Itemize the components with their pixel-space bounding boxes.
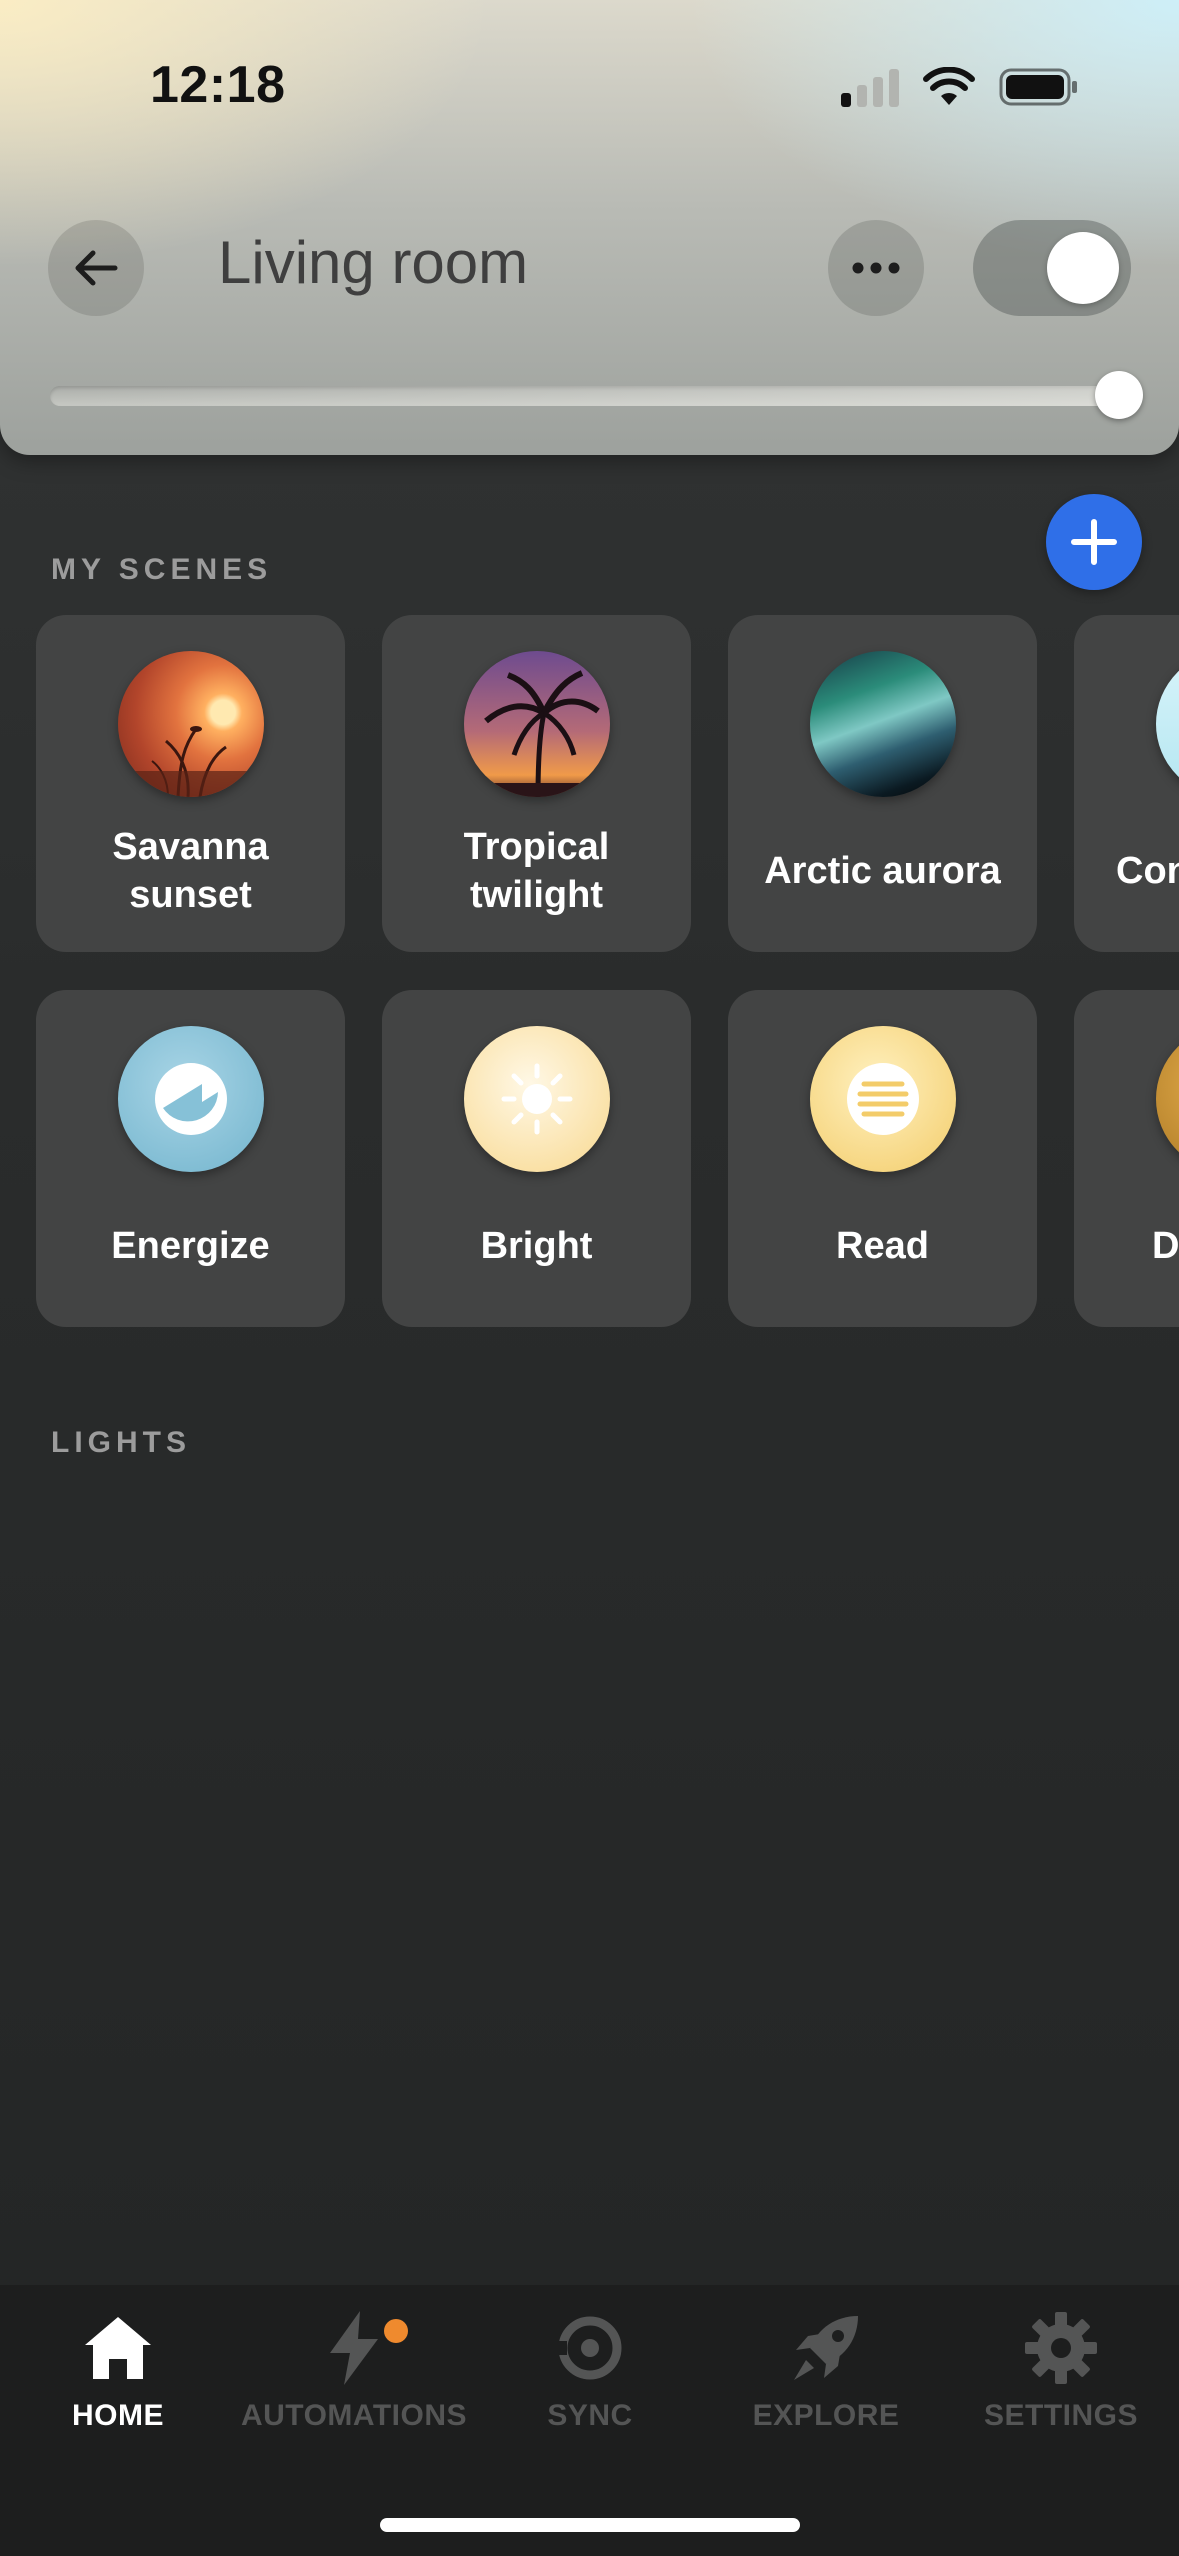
tab-home[interactable]: HOME	[0, 2307, 236, 2433]
tab-automations[interactable]: AUTOMATIONS	[236, 2307, 472, 2433]
scene-card-energize[interactable]: Energize	[36, 990, 345, 1327]
gear-icon	[1025, 2312, 1097, 2384]
home-icon	[85, 2317, 151, 2379]
scene-card-concentrate[interactable]: Con	[1074, 615, 1179, 952]
scene-label: D	[1152, 1225, 1179, 1267]
scene-label: Con	[1116, 850, 1179, 892]
scene-card-tropical-twilight[interactable]: Tropical twilight	[382, 615, 691, 952]
arrow-left-icon	[75, 250, 118, 286]
back-button[interactable]	[48, 220, 144, 316]
tropical-twilight-photo	[464, 651, 610, 797]
scene-card-arctic-aurora[interactable]: Arctic aurora	[728, 615, 1037, 952]
home-indicator	[380, 2518, 800, 2532]
tab-settings[interactable]: SETTINGS	[943, 2307, 1179, 2433]
wifi-icon	[923, 67, 975, 105]
toggle-knob	[1047, 232, 1119, 304]
plus-icon	[1071, 519, 1117, 565]
sun-icon	[464, 1026, 610, 1172]
notification-badge	[384, 2319, 408, 2343]
my-scenes-heading: MY SCENES	[51, 553, 273, 586]
rocket-icon	[794, 2316, 858, 2380]
scene-label: Energize	[111, 1225, 270, 1267]
brightness-slider[interactable]	[50, 386, 1130, 406]
cellular-signal-icon	[841, 67, 899, 107]
status-time: 12:18	[150, 56, 286, 114]
room-header: 12:18 Living room	[0, 0, 1179, 455]
scenes-row-1: Savanna sunset Tropical twilight Arctic au…	[36, 615, 1179, 952]
scene-label: Read	[836, 1225, 929, 1267]
add-scene-button[interactable]	[1046, 494, 1142, 590]
app-screen: 12:18 Living room MY SCENES Savanna suns…	[0, 0, 1179, 2556]
bottom-tab-bar: HOME AUTOMATIONS SYNC EXPLORE SETTINGS	[0, 2285, 1179, 2556]
lights-heading: LIGHTS	[51, 1426, 191, 1459]
savanna-sunset-photo	[118, 651, 264, 797]
arctic-aurora-photo	[810, 651, 956, 797]
more-options-button[interactable]	[828, 220, 924, 316]
scene-label: Arctic aurora	[764, 850, 1001, 892]
tab-explore[interactable]: EXPLORE	[708, 2307, 944, 2433]
status-icons	[841, 62, 1079, 112]
brightness-fill	[50, 386, 1130, 406]
room-title: Living room	[218, 229, 529, 296]
scene-label: Tropical twilight	[463, 826, 610, 916]
read-icon	[810, 1026, 956, 1172]
dimmed-icon	[1156, 1026, 1179, 1172]
energize-icon	[118, 1026, 264, 1172]
scene-label: Bright	[480, 1225, 593, 1267]
scene-card-savanna-sunset[interactable]: Savanna sunset	[36, 615, 345, 952]
scene-card-bright[interactable]: Bright	[382, 990, 691, 1327]
more-dots-icon	[852, 262, 900, 274]
battery-icon	[999, 68, 1077, 106]
scenes-row-2: Energize Bright Read D	[36, 990, 1179, 1327]
power-toggle[interactable]	[973, 220, 1131, 316]
bolt-icon	[330, 2311, 378, 2385]
scene-card-read[interactable]: Read	[728, 990, 1037, 1327]
tab-sync[interactable]: SYNC	[472, 2307, 708, 2433]
scene-label: Savanna sunset	[112, 826, 269, 916]
concentrate-icon	[1156, 651, 1179, 797]
scene-card-dimmed[interactable]: D	[1074, 990, 1179, 1327]
brightness-slider-thumb[interactable]	[1095, 371, 1143, 419]
sync-icon	[553, 2316, 622, 2380]
